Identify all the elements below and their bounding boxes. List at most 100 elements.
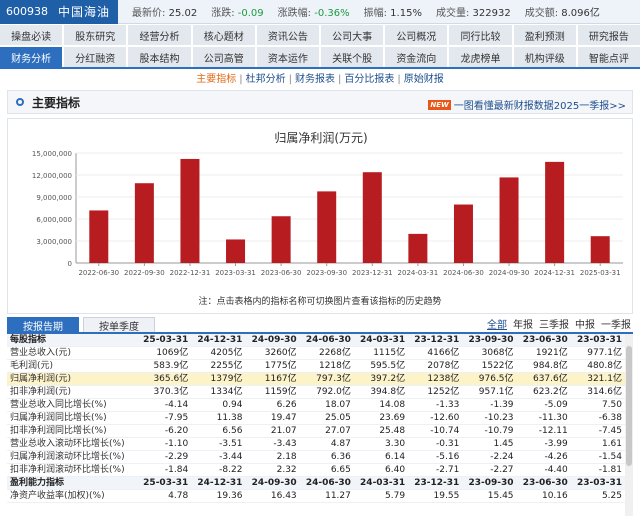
- sub-nav-link[interactable]: 主要指标: [196, 70, 236, 85]
- bar[interactable]: [134, 183, 154, 263]
- table-cell: 24-09-30: [245, 476, 300, 491]
- table-row[interactable]: 营业总收入同比增长(%) -4.14 0.94 6.26 18.07 14.08 -1.33…: [7, 398, 625, 413]
- table-cell: 1379亿: [191, 372, 246, 387]
- sub-nav-link[interactable]: 百分比报表: [344, 70, 394, 85]
- table-row[interactable]: 归属净利润(元) 365.6亿 1379亿 1167亿 797.3亿 397.2亿 1238…: [7, 372, 625, 387]
- row-label[interactable]: 归属净利润同比增长(%): [7, 411, 137, 426]
- nav-tab[interactable]: 资金流向: [385, 47, 448, 67]
- bar[interactable]: [271, 216, 291, 263]
- x-tick-label: 2022-12-31: [170, 269, 211, 277]
- table-cell: 24-03-31: [353, 334, 409, 348]
- period-link[interactable]: 三季报: [539, 316, 569, 331]
- promo-link[interactable]: NEW 一图看懂最新财报数据2025一季报>>: [428, 97, 626, 112]
- row-label[interactable]: 营业总收入同比增长(%): [7, 398, 137, 413]
- indicator-table-wrap: 每股指标 25-03-31 24-12-31 24-09-30 24-06-30 24-0…: [7, 332, 633, 516]
- table-cell: 480.8亿: [570, 359, 625, 374]
- table-cell: 314.6亿: [570, 385, 625, 400]
- bar[interactable]: [226, 239, 246, 263]
- row-label[interactable]: 营业总收入(元): [7, 346, 137, 361]
- table-cell: -1.39: [462, 398, 517, 413]
- table-row[interactable]: 归属净利润同比增长(%) -7.95 11.38 19.47 25.05 23.69 -12…: [7, 411, 625, 426]
- sub-nav-link[interactable]: 原始财报: [404, 70, 444, 85]
- nav-tab[interactable]: 机构评级: [513, 47, 576, 67]
- period-link[interactable]: 中报: [575, 316, 595, 331]
- nav-tab[interactable]: 股东研究: [64, 25, 127, 45]
- period-link[interactable]: 年报: [513, 316, 533, 331]
- table-cell: 19.55: [408, 489, 463, 504]
- nav-tab[interactable]: 同行比较: [449, 25, 512, 45]
- chart-note: 注：点击表格内的指标名称可切换图片查看该指标的历史趋势: [198, 297, 442, 307]
- nav-tab[interactable]: 操盘必读: [0, 25, 63, 45]
- nav-tab[interactable]: 关联个股: [321, 47, 384, 67]
- nav-tab[interactable]: 龙虎榜单: [449, 47, 512, 67]
- table-row[interactable]: 营业总收入(元) 1069亿 4205亿 3260亿 2268亿 1115亿 4166亿 30…: [7, 346, 625, 361]
- profit-chart: 归属净利润(万元) 15,000,000 12,000,000 9,000,000 6…: [7, 118, 633, 314]
- table-cell: 24-12-31: [191, 334, 246, 348]
- table-cell: 4.87: [299, 437, 354, 452]
- table-row[interactable]: 扣非净利润(元) 370.3亿 1334亿 1159亿 792.0亿 394.8亿 1252…: [7, 385, 625, 400]
- nav-tab[interactable]: 资本运作: [256, 47, 320, 67]
- table-group-header: 盈利能力指标 25-03-31 24-12-31 24-09-30 24-06-30 24…: [7, 476, 625, 491]
- nav-tab[interactable]: 分红融资: [64, 47, 127, 67]
- table-cell: 977.1亿: [570, 346, 625, 361]
- separator: |: [239, 74, 243, 85]
- row-label[interactable]: 净资产收益率(加权)(%): [7, 489, 137, 504]
- table-cell: 2268亿: [299, 346, 354, 361]
- table-cell: 24-03-31: [353, 476, 409, 491]
- table-cell: 3068亿: [462, 346, 517, 361]
- report-tab[interactable]: 按报告期: [7, 317, 79, 333]
- table-cell: 623.2亿: [516, 385, 571, 400]
- nav-tab[interactable]: 财务分析: [0, 47, 63, 67]
- table-cell: 365.6亿: [137, 372, 192, 387]
- table-group-header: 每股指标 25-03-31 24-12-31 24-09-30 24-06-30 24-0…: [7, 334, 625, 348]
- nav-tab[interactable]: 公司大事: [321, 25, 384, 45]
- quote-item: 最新价: 25.02: [132, 4, 197, 19]
- table-cell: -12.11: [516, 424, 571, 439]
- table-scrollbar[interactable]: [625, 334, 633, 516]
- bar[interactable]: [590, 236, 610, 263]
- bar[interactable]: [453, 204, 473, 263]
- nav-tab[interactable]: 公司高管: [192, 47, 255, 67]
- row-label[interactable]: 毛利润(元): [7, 359, 137, 374]
- y-tick-label: 12,000,000: [32, 172, 72, 180]
- nav-tab[interactable]: 经营分析: [128, 25, 191, 45]
- row-label[interactable]: 营业总收入滚动环比增长(%): [7, 437, 137, 452]
- nav-tab[interactable]: 研究报告: [577, 25, 640, 45]
- bar[interactable]: [89, 210, 109, 263]
- table-row[interactable]: 净资产收益率(加权)(%) 4.78 19.36 16.43 11.27 5.79 19.5…: [7, 489, 625, 504]
- nav-tab[interactable]: 资讯公告: [256, 25, 320, 45]
- bar[interactable]: [408, 233, 428, 263]
- nav-tab[interactable]: 核心题材: [192, 25, 255, 45]
- table-row[interactable]: 毛利润(元) 583.9亿 2255亿 1775亿 1218亿 595.5亿 2078亿 15…: [7, 359, 625, 374]
- table-row[interactable]: 扣非净利润同比增长(%) -6.20 6.56 21.07 27.07 25.48 -10.…: [7, 424, 625, 439]
- table-row[interactable]: 扣非净利润滚动环比增长(%) -1.84 -8.22 2.32 6.65 6.40 -2.7…: [7, 463, 625, 478]
- quote-item: 振幅: 1.15%: [364, 4, 422, 19]
- scroll-thumb[interactable]: [626, 346, 632, 466]
- quote-value: 8.096亿: [561, 8, 600, 19]
- period-link[interactable]: 全部: [487, 316, 507, 331]
- x-tick-label: 2024-09-30: [489, 269, 530, 277]
- row-label[interactable]: 归属净利润(元): [7, 372, 137, 387]
- nav-tab[interactable]: 股本结构: [128, 47, 191, 67]
- table-row[interactable]: 营业总收入滚动环比增长(%) -1.10 -3.51 -3.43 4.87 3.30 -0.…: [7, 437, 625, 452]
- bar[interactable]: [545, 161, 565, 263]
- row-label[interactable]: 归属净利润滚动环比增长(%): [7, 450, 137, 465]
- bar[interactable]: [362, 172, 382, 263]
- row-label[interactable]: 扣非净利润同比增长(%): [7, 424, 137, 439]
- row-label[interactable]: 扣非净利润滚动环比增长(%): [7, 463, 137, 478]
- table-row[interactable]: 归属净利润滚动环比增长(%) -2.29 -3.44 2.18 6.36 6.14 -5.1…: [7, 450, 625, 465]
- table-cell: -10.23: [462, 411, 517, 426]
- sub-nav-link[interactable]: 杜邦分析: [246, 70, 286, 85]
- table-cell: 3260亿: [245, 346, 300, 361]
- nav-tab[interactable]: 智能点评: [577, 47, 640, 67]
- bar[interactable]: [499, 177, 519, 263]
- report-tab[interactable]: 按单季度: [83, 317, 155, 333]
- sub-nav-link[interactable]: 财务报表: [295, 70, 335, 85]
- nav-tab[interactable]: 公司概况: [385, 25, 448, 45]
- bar[interactable]: [180, 158, 200, 263]
- bar[interactable]: [317, 191, 337, 263]
- table-cell: 18.07: [299, 398, 354, 413]
- nav-tab[interactable]: 盈利预测: [513, 25, 576, 45]
- row-label[interactable]: 扣非净利润(元): [7, 385, 137, 400]
- period-link[interactable]: 一季报: [601, 316, 631, 331]
